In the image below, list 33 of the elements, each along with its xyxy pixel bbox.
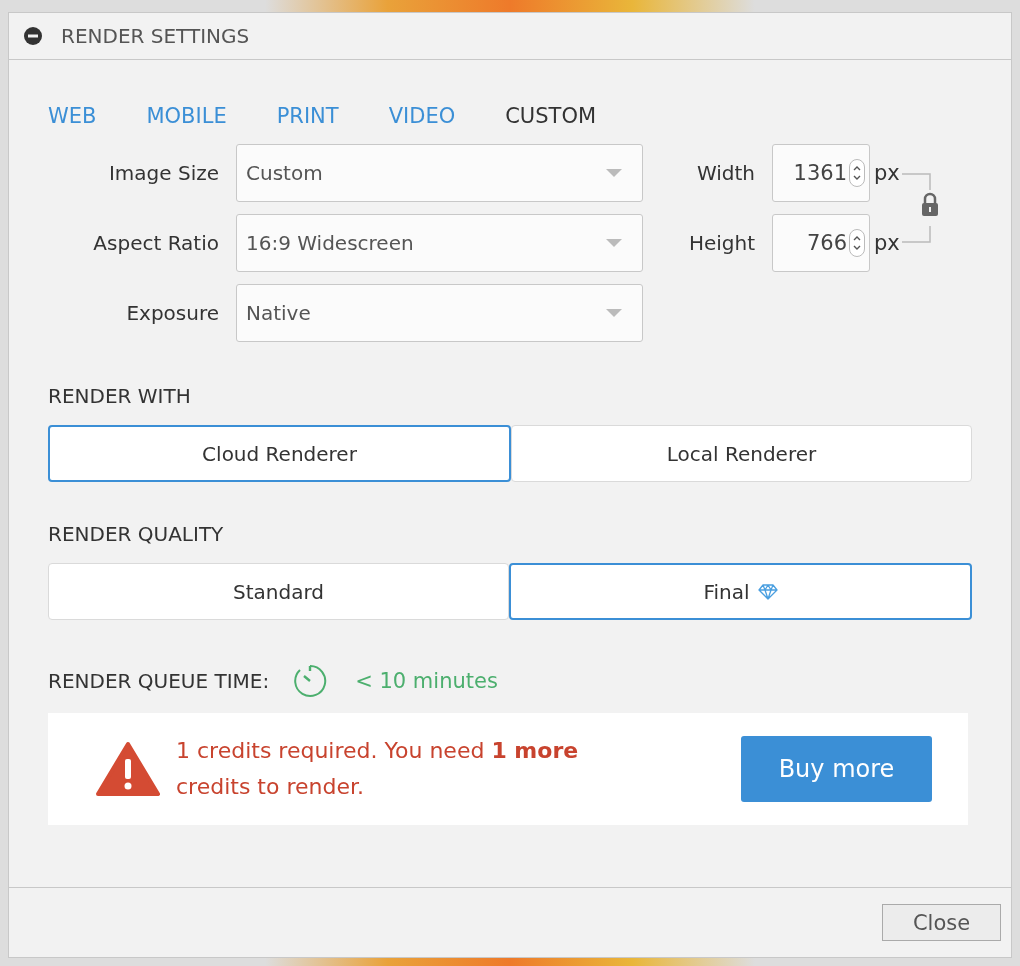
- segment-button[interactable]: Local Renderer: [511, 425, 972, 482]
- dropdown[interactable]: Native: [236, 284, 643, 342]
- field-label: Aspect Ratio: [92, 231, 220, 255]
- section-heading: RENDER QUALITY: [48, 522, 225, 546]
- diamond-icon: [757, 583, 778, 600]
- segment-button[interactable]: Cloud Renderer: [48, 425, 511, 482]
- segment-button[interactable]: Final: [509, 563, 972, 620]
- caret-icon: [606, 169, 622, 177]
- segment-button[interactable]: Standard: [48, 563, 509, 620]
- window-title: RENDER SETTINGS: [61, 24, 250, 48]
- section-heading: RENDER WITH: [48, 384, 192, 408]
- close-button[interactable]: Close: [882, 904, 1001, 941]
- queue-time-value: < 10 minutes: [355, 669, 498, 693]
- number-field[interactable]: 1361: [772, 144, 870, 202]
- unit-label: px: [874, 231, 900, 255]
- field-label: Exposure: [125, 301, 220, 325]
- preset-tab[interactable]: CUSTOM: [505, 104, 597, 128]
- unit-label: px: [874, 161, 900, 185]
- field-label: Image Size: [107, 161, 220, 185]
- field-label: Height: [687, 231, 756, 255]
- dropdown[interactable]: Custom: [236, 144, 643, 202]
- spinner-icon[interactable]: [849, 159, 865, 187]
- caret-icon: [606, 239, 622, 247]
- number-field[interactable]: 766: [772, 214, 870, 272]
- warning-icon: [96, 741, 160, 797]
- caret-icon: [606, 309, 622, 317]
- spinner-icon[interactable]: [849, 229, 865, 257]
- timer-icon: [293, 664, 328, 698]
- alert-message: 1 credits required. You need 1 more credits to render.: [176, 737, 580, 801]
- dropdown[interactable]: 16:9 Widescreen: [236, 214, 643, 272]
- queue-time-label: RENDER QUEUE TIME:: [48, 669, 270, 693]
- field-label: Width: [695, 161, 756, 185]
- minus-circle-icon[interactable]: [23, 26, 43, 46]
